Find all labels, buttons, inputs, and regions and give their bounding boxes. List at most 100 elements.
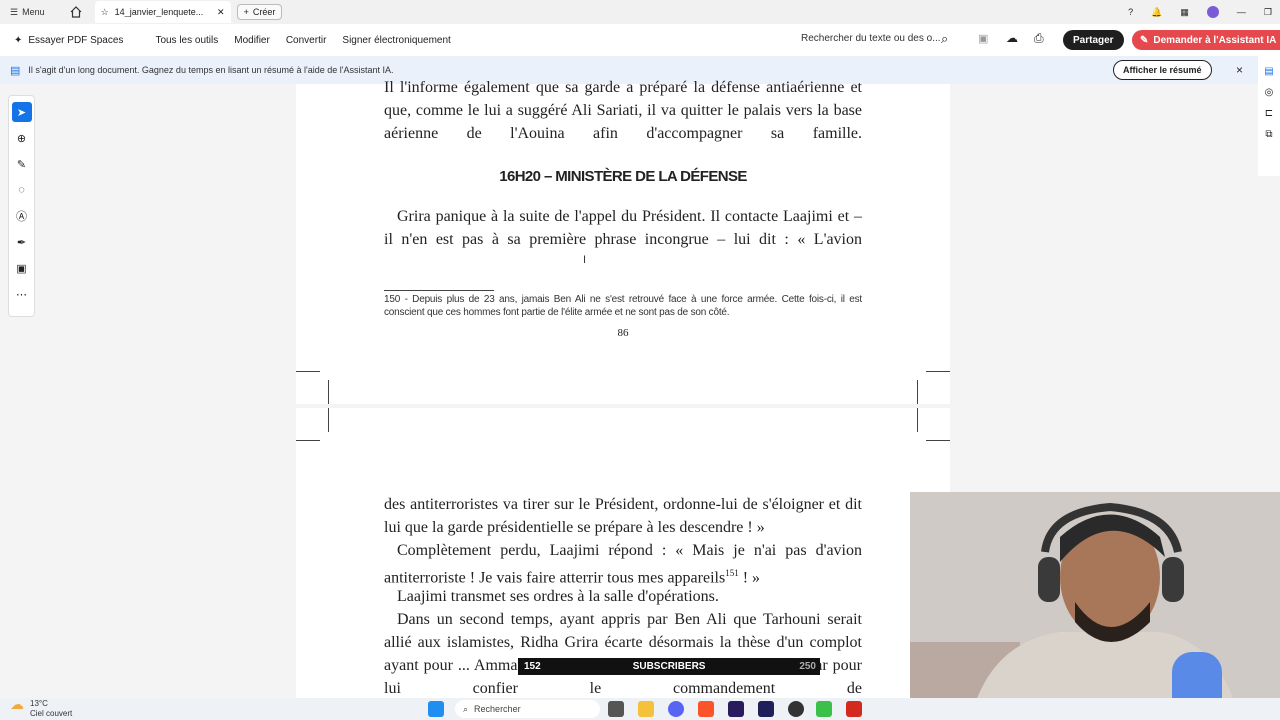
close-tab-icon[interactable]: ✕ xyxy=(217,7,225,18)
edit-menu[interactable]: Modifier xyxy=(226,35,278,46)
info-icon: ▤ xyxy=(10,64,21,77)
crop-mark xyxy=(926,440,950,441)
search-icon[interactable]: ⌕ xyxy=(941,31,948,47)
premiere-icon[interactable] xyxy=(728,701,744,717)
help-icon[interactable]: ? xyxy=(1128,7,1133,17)
footnote-150: 150 - Depuis plus de 23 ans, jamais Ben … xyxy=(384,294,862,318)
ai-assistant-button[interactable]: ✎ Demander à l'Assistant IA xyxy=(1132,30,1280,50)
paragraph-grira: Grira panique à la suite de l'appel du P… xyxy=(384,205,862,251)
taskbar-search-label: Rechercher xyxy=(474,704,521,714)
stamp-icon[interactable]: ▣ xyxy=(12,258,32,278)
comment-icon[interactable]: ◎ xyxy=(1265,87,1274,98)
lasso-icon[interactable]: ◌ xyxy=(12,180,32,200)
page-number: 86 xyxy=(617,327,629,339)
crop-mark xyxy=(917,408,918,432)
document-tab[interactable]: ☆ 14_janvier_lenquete... ✕ xyxy=(94,1,231,23)
footnote-ref-151: 151 xyxy=(725,568,739,578)
weather-widget[interactable]: ☁ 13°C Ciel couvert xyxy=(10,696,72,719)
restore-icon[interactable]: ❐ xyxy=(1264,7,1272,18)
task-view-icon[interactable] xyxy=(608,701,624,717)
after-effects-icon[interactable] xyxy=(758,701,774,717)
home-button[interactable] xyxy=(65,1,87,23)
close-notice-icon[interactable]: × xyxy=(1236,63,1243,77)
sign-menu[interactable]: Signer électroniquement xyxy=(334,35,458,46)
save-icon[interactable]: ▣ xyxy=(978,32,988,45)
discord-icon[interactable] xyxy=(668,701,684,717)
bell-icon[interactable]: 🔔 xyxy=(1151,7,1162,18)
subscriber-goal: 250 xyxy=(799,661,816,672)
crop-mark xyxy=(917,380,918,404)
home-icon xyxy=(70,6,82,18)
webcam-overlay xyxy=(910,492,1280,720)
upload-icon[interactable]: ☁ xyxy=(1006,31,1018,45)
webcam-person-image xyxy=(910,492,1280,720)
weather-text: 13°C Ciel couvert xyxy=(30,699,72,719)
weather-temp: 13°C xyxy=(30,699,48,708)
print-icon[interactable]: ⎙ xyxy=(1034,31,1044,46)
subscriber-current: 152 xyxy=(524,661,541,672)
subscriber-label: SUBSCRIBERS xyxy=(632,661,706,672)
crop-mark xyxy=(926,371,950,372)
paragraph-grira-text: Grira panique à la suite de l'appel du P… xyxy=(384,208,862,248)
select-cursor-icon[interactable]: ➤ xyxy=(11,102,32,122)
pages-icon[interactable]: ⧉ xyxy=(1265,129,1272,140)
menu-label: Menu xyxy=(22,7,45,17)
show-summary-button[interactable]: Afficher le résumé xyxy=(1113,60,1212,80)
share-button[interactable]: Partager xyxy=(1063,30,1124,50)
star-icon[interactable]: ☆ xyxy=(101,7,109,18)
file-explorer-icon[interactable] xyxy=(638,701,654,717)
zoom-comment-icon[interactable]: ⊕ xyxy=(12,128,32,148)
browser-tabbar: ☰ Menu ☆ 14_janvier_lenquete... ✕ + Crée… xyxy=(0,0,1280,24)
left-tool-panel: ➤ ⊕ ✎ ◌ Ⓐ ✒ ▣ ⋯ xyxy=(8,95,35,317)
paragraph-second-temps: Dans un second temps, ayant appris par B… xyxy=(384,611,862,697)
laajimi-reply-end: ! » xyxy=(738,569,761,587)
acrobat-icon[interactable] xyxy=(846,701,862,717)
laajimi-reply-text: Complètement perdu, Laajimi répond : « M… xyxy=(384,542,862,587)
apps-icon[interactable]: ▦ xyxy=(1180,7,1189,18)
window-controls: ? 🔔 ▦ — ❐ xyxy=(1128,0,1272,24)
paragraph-laajimi-reply: Complètement perdu, Laajimi répond : « M… xyxy=(384,539,862,589)
ai-assistant-label: Demander à l'Assistant IA xyxy=(1153,34,1277,46)
taskbar-search-icon: ⌕ xyxy=(463,703,469,714)
bookmark-icon[interactable]: ⊏ xyxy=(1265,108,1273,119)
spaces-icon: ✦ xyxy=(14,34,23,46)
footnote-rule xyxy=(384,290,494,291)
all-tools-menu[interactable]: Tous les outils xyxy=(147,35,226,46)
paragraph-antiterroristes: des antiterroristes va tirer sur le Prés… xyxy=(384,496,862,536)
tab-title: 14_janvier_lenquete... xyxy=(114,7,204,17)
text-select-icon[interactable]: Ⓐ xyxy=(12,206,32,226)
menu-button[interactable]: ☰ Menu xyxy=(0,7,55,18)
create-label: Créer xyxy=(252,7,276,17)
hamburger-icon: ☰ xyxy=(10,6,19,17)
subscriber-counter-bar: 152 SUBSCRIBERS 250 xyxy=(518,658,820,675)
brave-icon[interactable] xyxy=(698,701,714,717)
document-search-input[interactable]: Rechercher du texte ou des o... xyxy=(801,33,941,44)
profile-avatar[interactable] xyxy=(1206,6,1219,18)
taskbar-search[interactable]: ⌕ Rechercher xyxy=(455,700,600,718)
right-rail: ▤ ◎ ⊏ ⧉ xyxy=(1258,56,1280,176)
windows-start-icon[interactable] xyxy=(428,701,444,717)
ai-panel-icon[interactable]: ▤ xyxy=(1264,66,1273,77)
text-cursor-icon: Ι xyxy=(583,254,587,266)
try-spaces-label: Essayer PDF Spaces xyxy=(28,34,124,46)
paragraph-top: Il l'informe également que sa garde a pr… xyxy=(384,79,862,142)
section-heading: 16H20 – MINISTÈRE DE LA DÉFENSE xyxy=(499,168,747,185)
signature-icon[interactable]: ✒ xyxy=(12,232,32,252)
minimize-icon[interactable]: — xyxy=(1237,7,1246,17)
more-tools-icon[interactable]: ⋯ xyxy=(12,284,32,304)
cloud-icon: ☁ xyxy=(10,696,24,712)
crop-mark xyxy=(296,440,320,441)
ai-assistant-icon: ✎ xyxy=(1140,34,1149,46)
crop-mark xyxy=(296,371,320,372)
crop-mark xyxy=(328,408,329,432)
try-spaces-button[interactable]: ✦ Essayer PDF Spaces xyxy=(0,35,131,46)
convert-menu[interactable]: Convertir xyxy=(278,35,335,46)
obs-icon[interactable] xyxy=(788,701,804,717)
pen-icon[interactable]: ✎ xyxy=(12,154,32,174)
create-button[interactable]: + Créer xyxy=(236,4,283,20)
weather-desc: Ciel couvert xyxy=(30,709,73,718)
green-app-icon[interactable] xyxy=(816,701,832,717)
plus-icon: + xyxy=(243,7,249,17)
paragraph-transmet: Laajimi transmet ses ordres à la salle d… xyxy=(397,588,719,605)
crop-mark xyxy=(328,380,329,404)
